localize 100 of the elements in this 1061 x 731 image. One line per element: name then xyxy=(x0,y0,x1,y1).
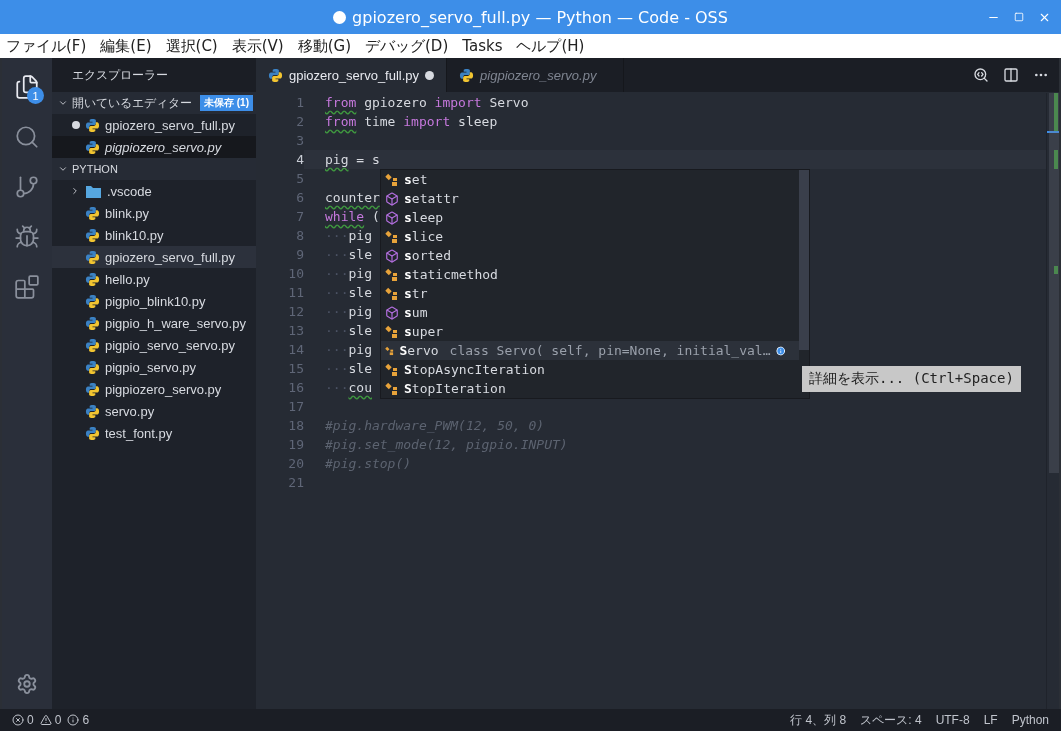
search-icon[interactable] xyxy=(973,67,989,83)
git-icon[interactable] xyxy=(14,174,40,200)
file-tree-item[interactable]: test_font.py xyxy=(52,422,256,444)
suggestion-item[interactable]: setattr xyxy=(381,189,799,208)
code-token: = s xyxy=(355,151,380,169)
count-badge: 1 xyxy=(27,87,44,104)
suggestion-item[interactable]: Servo class Servo( self, pin=None, initial_val… xyxy=(381,341,799,360)
whitespace-marker: ··· xyxy=(325,284,349,302)
suggestion-item[interactable]: super xyxy=(381,322,799,341)
status-item[interactable]: Python xyxy=(1011,713,1049,727)
line-number: 17 xyxy=(288,398,304,416)
file-tree-item[interactable]: pigpio_blink10.py xyxy=(52,290,256,312)
maximize-icon[interactable] xyxy=(1014,12,1024,22)
status-item[interactable]: LF xyxy=(983,713,998,727)
class-icon xyxy=(385,286,399,301)
open-editor-item[interactable]: gpiozero_servo_full.py xyxy=(52,114,256,136)
menu-item[interactable]: デバッグ(D) xyxy=(365,36,449,56)
python-icon xyxy=(85,205,100,221)
code-token: cou xyxy=(348,379,372,397)
line-number: 10 xyxy=(288,265,304,283)
file-tree-item[interactable]: .vscode xyxy=(52,180,256,202)
suggestion-item[interactable]: StopIteration xyxy=(381,379,799,398)
code-token: from xyxy=(325,94,357,112)
file-tree-item[interactable]: pigpiozero_servo.py xyxy=(52,378,256,400)
line-number: 19 xyxy=(288,436,304,454)
line-number: 9 xyxy=(296,246,304,264)
caret-icon xyxy=(70,186,80,196)
file-tree-item[interactable]: gpiozero_servo_full.py xyxy=(52,246,256,268)
code-token: ( xyxy=(370,208,380,226)
cube-icon xyxy=(385,248,399,263)
status-item[interactable]: UTF-8 xyxy=(935,713,970,727)
code-token: import xyxy=(403,113,451,131)
info-count[interactable]: 6 xyxy=(67,713,90,727)
suggestion-item[interactable]: str xyxy=(381,284,799,303)
file-tree-item[interactable]: pigpio_servo.py xyxy=(52,356,256,378)
python-icon xyxy=(85,139,100,155)
whitespace-marker: ··· xyxy=(325,322,349,340)
status-item[interactable]: スペース: 4 xyxy=(860,711,922,729)
caret-icon xyxy=(58,164,68,174)
whitespace-marker: ··· xyxy=(325,246,349,264)
line-number: 1 xyxy=(296,94,304,112)
code-comment: #pig.stop() xyxy=(325,455,412,473)
menu-item[interactable]: ヘルプ(H) xyxy=(516,36,585,56)
python-icon xyxy=(85,403,100,419)
suggestion-item[interactable]: sleep xyxy=(381,208,799,227)
debug-icon[interactable] xyxy=(14,224,40,250)
suggestion-item[interactable]: slice xyxy=(381,227,799,246)
code-token: time xyxy=(363,113,397,131)
code-token: import xyxy=(434,94,482,112)
line-number: 2 xyxy=(296,113,304,131)
status-item[interactable]: 行 4、列 8 xyxy=(790,711,847,729)
code-token: pig xyxy=(325,151,349,169)
line-number: 12 xyxy=(288,303,304,321)
python-icon xyxy=(85,249,100,265)
menu-item[interactable]: 選択(C) xyxy=(165,36,218,56)
info-icon[interactable] xyxy=(775,343,785,358)
code-token: sle xyxy=(348,322,372,340)
suggestion-item[interactable]: StopAsyncIteration xyxy=(381,360,799,379)
settings-icon[interactable] xyxy=(16,673,38,695)
line-number: 5 xyxy=(296,170,304,188)
file-tree-item[interactable]: hello.py xyxy=(52,268,256,290)
python-icon xyxy=(85,271,100,287)
code-token: from xyxy=(325,113,357,131)
file-tree-item[interactable]: servo.py xyxy=(52,400,256,422)
suggestion-item[interactable]: staticmethod xyxy=(381,265,799,284)
scrollbar-thumb[interactable] xyxy=(799,170,809,350)
whitespace-marker: ··· xyxy=(325,379,349,397)
files-icon[interactable] xyxy=(14,74,40,100)
open-editor-item[interactable]: pigpiozero_servo.py xyxy=(52,136,256,158)
python-icon xyxy=(85,227,100,243)
suggestion-item[interactable]: sorted xyxy=(381,246,799,265)
suggestion-item[interactable]: sum xyxy=(381,303,799,322)
split-editor-icon[interactable] xyxy=(1003,67,1019,83)
section-header[interactable]: PYTHON xyxy=(52,158,256,180)
menu-item[interactable]: 表示(V) xyxy=(231,36,284,56)
cube-icon xyxy=(385,305,399,320)
section-header[interactable]: 開いているエディター 未保存 (1) xyxy=(52,92,256,114)
menu-item[interactable]: 移動(G) xyxy=(297,36,351,56)
menu-item[interactable]: 編集(E) xyxy=(100,36,152,56)
error-count[interactable]: 0 xyxy=(12,713,34,727)
file-tree-item[interactable]: pigpio_h_ware_servo.py xyxy=(52,312,256,334)
menu-item[interactable]: ファイル(F) xyxy=(6,36,87,56)
python-icon xyxy=(85,425,100,441)
editor-tab[interactable]: gpiozero_servo_full.py xyxy=(256,58,448,92)
extensions-icon[interactable] xyxy=(14,274,40,300)
suggestion-item[interactable]: set xyxy=(381,170,799,189)
whitespace-marker: ··· xyxy=(325,360,349,378)
suggestion-detail: class Servo( self, pin=None, initial_val… xyxy=(449,343,771,358)
menu-item[interactable]: Tasks xyxy=(462,37,503,55)
cube-icon xyxy=(385,191,399,206)
file-tree-item[interactable]: pigpio_servo_servo.py xyxy=(52,334,256,356)
code-token: Servo xyxy=(488,94,529,112)
cube-icon xyxy=(385,210,399,225)
file-tree-item[interactable]: blink.py xyxy=(52,202,256,224)
line-number: 13 xyxy=(288,322,304,340)
warning-count[interactable]: 0 xyxy=(39,713,62,727)
file-tree-item[interactable]: blink10.py xyxy=(52,224,256,246)
class-icon xyxy=(385,172,399,187)
python-icon xyxy=(459,67,475,83)
line-number: 7 xyxy=(296,208,304,226)
